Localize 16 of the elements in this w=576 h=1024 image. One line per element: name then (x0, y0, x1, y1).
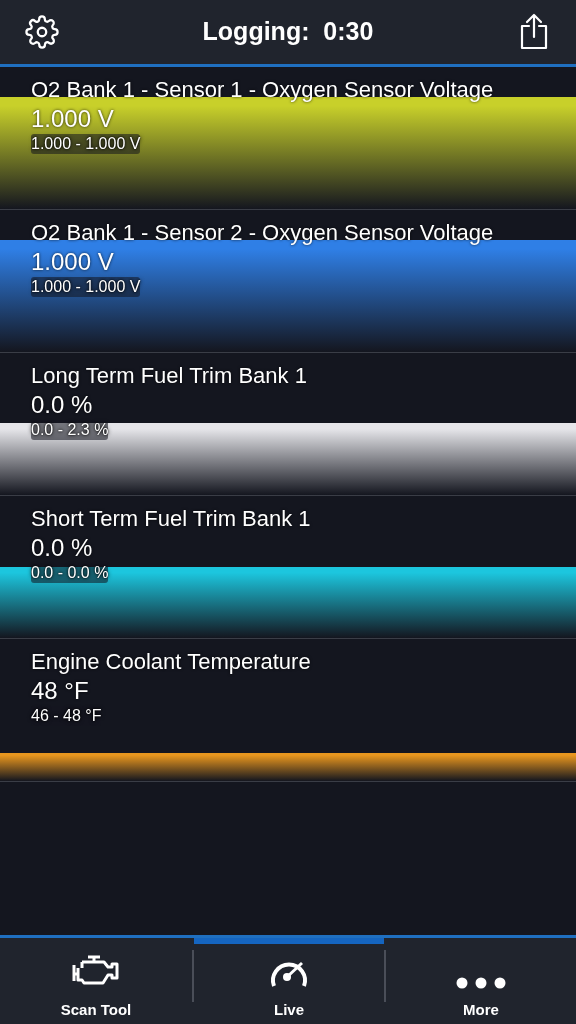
sensor-value: 1.000 V (31, 104, 115, 134)
sensor-name: Engine Coolant Temperature (31, 648, 312, 676)
sensor-name: O2 Bank 1 - Sensor 1 - Oxygen Sensor Voltage (31, 76, 495, 104)
sensor-name: Short Term Fuel Trim Bank 1 (31, 505, 312, 533)
sensor-name: Long Term Fuel Trim Bank 1 (31, 362, 308, 390)
tab[interactable]: More (386, 938, 576, 1024)
more-icon (456, 976, 506, 989)
settings-icon[interactable] (24, 14, 60, 50)
sensor-value: 0.0 % (31, 390, 94, 420)
tab[interactable]: Scan Tool (0, 938, 192, 1024)
logging-timer: Logging: 0:30 (202, 16, 374, 48)
sensor-value: 0.0 % (31, 533, 94, 563)
tab[interactable]: Live (194, 938, 384, 1024)
sensor-name: O2 Bank 1 - Sensor 2 - Oxygen Sensor Voltage (31, 219, 495, 247)
sensor-value: 48 °F (31, 676, 90, 706)
sensor-value: 1.000 V (31, 247, 115, 277)
